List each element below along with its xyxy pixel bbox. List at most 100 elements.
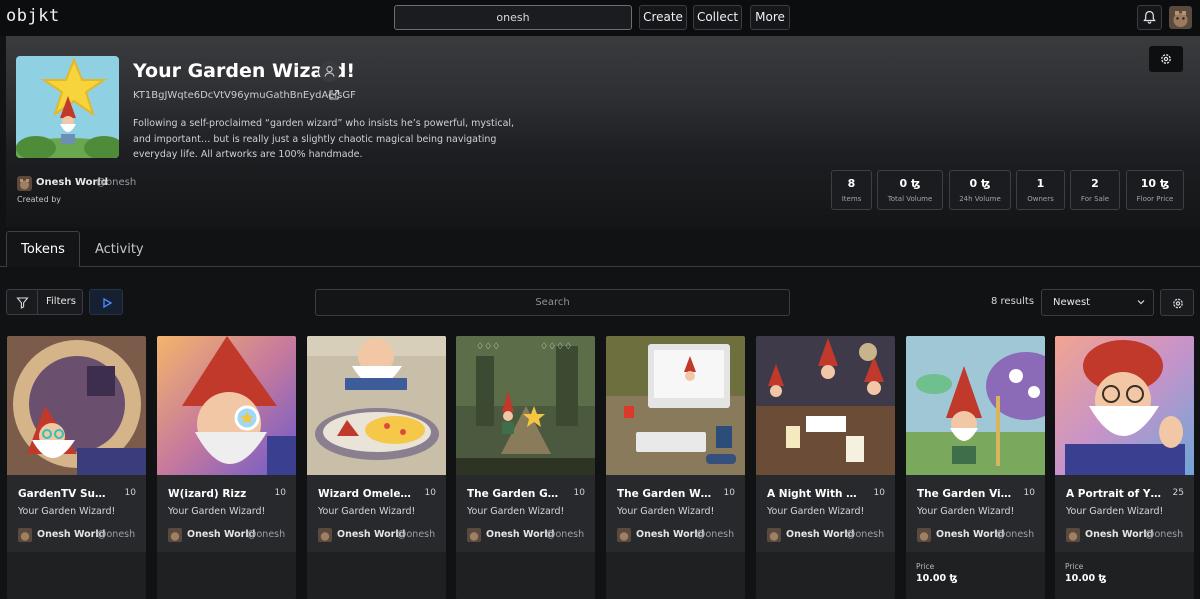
price-value[interactable]: 10.00 ꜩ (1065, 573, 1107, 584)
created-by-label: Created by (17, 195, 62, 204)
artist-avatar[interactable] (917, 528, 931, 542)
creator-avatar[interactable] (17, 176, 32, 191)
stat-label: Items (841, 195, 862, 203)
token-title[interactable]: W(izard) Rizz (168, 488, 263, 500)
token-collection[interactable]: Your Garden Wizard! (917, 506, 1014, 517)
token-card[interactable]: ♢♢♢ ♢♢♢♢ The Garden G… 10 Your Garden Wi… (456, 336, 595, 599)
token-title[interactable]: A Portrait of Y… (1066, 488, 1161, 500)
collect-button[interactable]: Collect (693, 5, 742, 30)
token-collection[interactable]: Your Garden Wizard! (617, 506, 714, 517)
stat-value: 0 ꜩ (899, 177, 921, 190)
token-artwork[interactable] (756, 336, 895, 475)
artist-handle[interactable]: @onesh (696, 529, 734, 540)
artist-name[interactable]: Onesh World (1085, 529, 1153, 540)
token-collection[interactable]: Your Garden Wizard! (1066, 506, 1163, 517)
sort-select[interactable]: Newest (1041, 289, 1154, 316)
token-collection[interactable]: Your Garden Wizard! (467, 506, 564, 517)
slideshow-button[interactable] (89, 289, 123, 315)
artist-name[interactable]: Onesh World (337, 529, 405, 540)
filters-label: Filters (46, 296, 76, 307)
token-card[interactable]: The Garden W… 10 Your Garden Wizard! One… (606, 336, 745, 599)
token-search-input[interactable]: Search (315, 289, 790, 316)
contract-address-link[interactable]: KT1BgJWqte6DcVtV96ymuGathBnEydAeisGF (133, 90, 356, 101)
create-button[interactable]: Create (639, 5, 687, 30)
stat-24h-volume: 0 ꜩ 24h Volume (949, 170, 1011, 210)
artist-avatar[interactable] (18, 528, 32, 542)
bell-icon (1143, 10, 1156, 24)
filters-button[interactable]: Filters (6, 289, 83, 315)
artist-avatar[interactable] (467, 528, 481, 542)
svg-text:♢♢♢: ♢♢♢ (476, 342, 500, 352)
artist-handle[interactable]: @onesh (546, 529, 584, 540)
token-collection[interactable]: Your Garden Wizard! (168, 506, 265, 517)
artist-handle[interactable]: @onesh (247, 529, 285, 540)
token-artwork[interactable] (307, 336, 446, 475)
user-avatar[interactable] (1169, 6, 1192, 29)
external-link-icon[interactable] (328, 89, 340, 101)
token-title[interactable]: GardenTV Su… (18, 488, 113, 500)
token-editions: 10 (274, 488, 286, 498)
artist-name[interactable]: Onesh World (636, 529, 704, 540)
notifications-button[interactable] (1137, 5, 1162, 30)
stat-label: 24h Volume (959, 195, 1001, 203)
token-card[interactable]: A Night With … 10 Your Garden Wizard! On… (756, 336, 895, 599)
artist-handle[interactable]: @onesh (996, 529, 1034, 540)
more-button[interactable]: More (750, 5, 790, 30)
chevron-down-icon (1137, 300, 1145, 305)
token-artwork[interactable] (606, 336, 745, 475)
token-title[interactable]: Wizard Omele… (318, 488, 413, 500)
token-artwork[interactable] (1055, 336, 1194, 475)
card-footer (157, 552, 296, 599)
stat-label: For Sale (1080, 195, 1110, 203)
artist-avatar[interactable] (767, 528, 781, 542)
artist-handle[interactable]: @onesh (1145, 529, 1183, 540)
token-card[interactable]: W(izard) Rizz 10 Your Garden Wizard! One… (157, 336, 296, 599)
tab-activity[interactable]: Activity (95, 242, 144, 257)
artist-name[interactable]: Onesh World (936, 529, 1004, 540)
token-title[interactable]: A Night With … (767, 488, 862, 500)
artist-handle[interactable]: @onesh (397, 529, 435, 540)
global-search-input[interactable]: onesh (394, 5, 632, 30)
stat-value: 10 ꜩ (1140, 177, 1170, 190)
creator-handle[interactable]: @onesh (96, 177, 136, 188)
token-card[interactable]: Wizard Omele… 10 Your Garden Wizard! One… (307, 336, 446, 599)
token-card[interactable]: A Portrait of Y… 25 Your Garden Wizard! … (1055, 336, 1194, 599)
tab-tokens[interactable]: Tokens (6, 231, 80, 267)
creator-profile-button[interactable] (319, 61, 340, 82)
artist-name[interactable]: Onesh World (786, 529, 854, 540)
token-collection[interactable]: Your Garden Wizard! (767, 506, 864, 517)
token-card[interactable]: The Garden Vi… 10 Your Garden Wizard! On… (906, 336, 1045, 599)
artist-name[interactable]: Onesh World (37, 529, 105, 540)
token-title[interactable]: The Garden Vi… (917, 488, 1012, 500)
token-collection[interactable]: Your Garden Wizard! (18, 506, 115, 517)
display-settings-button[interactable] (1160, 289, 1194, 316)
artist-name[interactable]: Onesh World (486, 529, 554, 540)
artist-name[interactable]: Onesh World (187, 529, 255, 540)
gear-icon (1173, 298, 1183, 309)
artist-avatar[interactable] (617, 528, 631, 542)
stat-value: 2 (1091, 177, 1099, 190)
price-value[interactable]: 10.00 ꜩ (916, 573, 958, 584)
token-artwork[interactable]: ♢♢♢ ♢♢♢♢ (456, 336, 595, 475)
token-collection[interactable]: Your Garden Wizard! (318, 506, 415, 517)
token-editions: 10 (124, 488, 136, 498)
artist-handle[interactable]: @onesh (846, 529, 884, 540)
artist-avatar[interactable] (318, 528, 332, 542)
token-artwork[interactable] (906, 336, 1045, 475)
card-footer (756, 552, 895, 599)
artist-avatar[interactable] (168, 528, 182, 542)
token-artwork[interactable] (157, 336, 296, 475)
artist-avatar[interactable] (1066, 528, 1080, 542)
token-card[interactable]: GardenTV Su… 10 Your Garden Wizard! Ones… (7, 336, 146, 599)
collection-settings-button[interactable] (1149, 46, 1183, 72)
token-title[interactable]: The Garden W… (617, 488, 712, 500)
user-icon (324, 66, 335, 77)
artist-handle[interactable]: @onesh (97, 529, 135, 540)
objkt-logo[interactable]: objkt (6, 6, 60, 26)
price-label: Price (916, 562, 935, 571)
token-artwork[interactable] (7, 336, 146, 475)
token-editions: 10 (1023, 488, 1035, 498)
stat-items: 8 Items (831, 170, 872, 210)
token-title[interactable]: The Garden G… (467, 488, 562, 500)
collection-description: Following a self-proclaimed “garden wiza… (133, 118, 515, 160)
